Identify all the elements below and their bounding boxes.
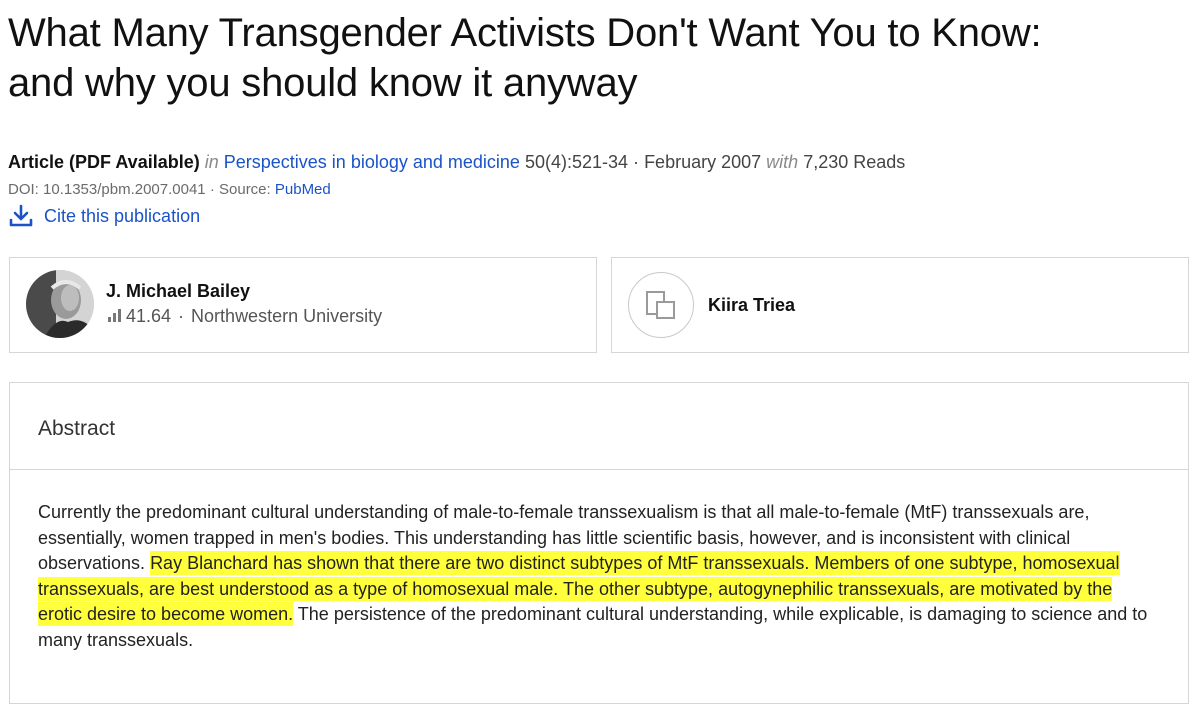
in-word: in [204,152,219,172]
reads-count: 7,230 Reads [803,152,906,172]
journal-link[interactable]: Perspectives in biology and medicine [224,152,520,172]
with-word: with [766,152,799,172]
avatar[interactable] [26,270,94,338]
doi: DOI: 10.1353/pbm.2007.0041 [8,181,206,198]
bar-chart-icon [108,306,121,327]
author-name[interactable]: J. Michael Bailey [106,281,250,302]
doi-line: DOI: 10.1353/pbm.2007.0041 · Source: Pub… [8,180,331,200]
score-separator: · [173,306,190,326]
doi-separator: · [209,181,219,198]
title-line-2: and why you should know it anyway [8,61,638,105]
article-type: Article (PDF Available) [8,152,200,172]
cite-button[interactable]: Cite this publication [8,203,200,229]
cite-label: Cite this publication [44,205,201,226]
abstract-text: Currently the predominant cultural under… [38,500,1158,653]
publication-meta: Article (PDF Available) in Perspectives … [8,150,905,174]
abstract-header [10,383,1188,470]
author-affiliation[interactable]: Northwestern University [191,306,382,327]
publication-date: February 2007 [644,152,762,172]
author-card[interactable]: Kiira Triea [611,257,1189,353]
author-placeholder-icon[interactable] [628,272,694,338]
author-score: 41.64 [126,306,172,326]
author-details: 41.64 · Northwestern University [108,306,382,327]
abstract-heading: Abstract [38,417,116,440]
journal-volume: 50(4):521-34 [524,152,629,172]
author-card[interactable]: J. Michael Bailey 41.64 · Northwestern U… [9,257,597,353]
source-link[interactable]: PubMed [275,181,331,198]
meta-separator: · [633,152,640,172]
abstract-section: Abstract Currently the predominant cultu… [9,382,1189,704]
author-name[interactable]: Kiira Triea [708,295,795,316]
page-title: What Many Transgender Activists Don't Wa… [8,8,1193,108]
source-label: Source: [219,181,271,198]
download-icon [8,203,34,229]
title-line-1: What Many Transgender Activists Don't Wa… [8,11,1042,55]
